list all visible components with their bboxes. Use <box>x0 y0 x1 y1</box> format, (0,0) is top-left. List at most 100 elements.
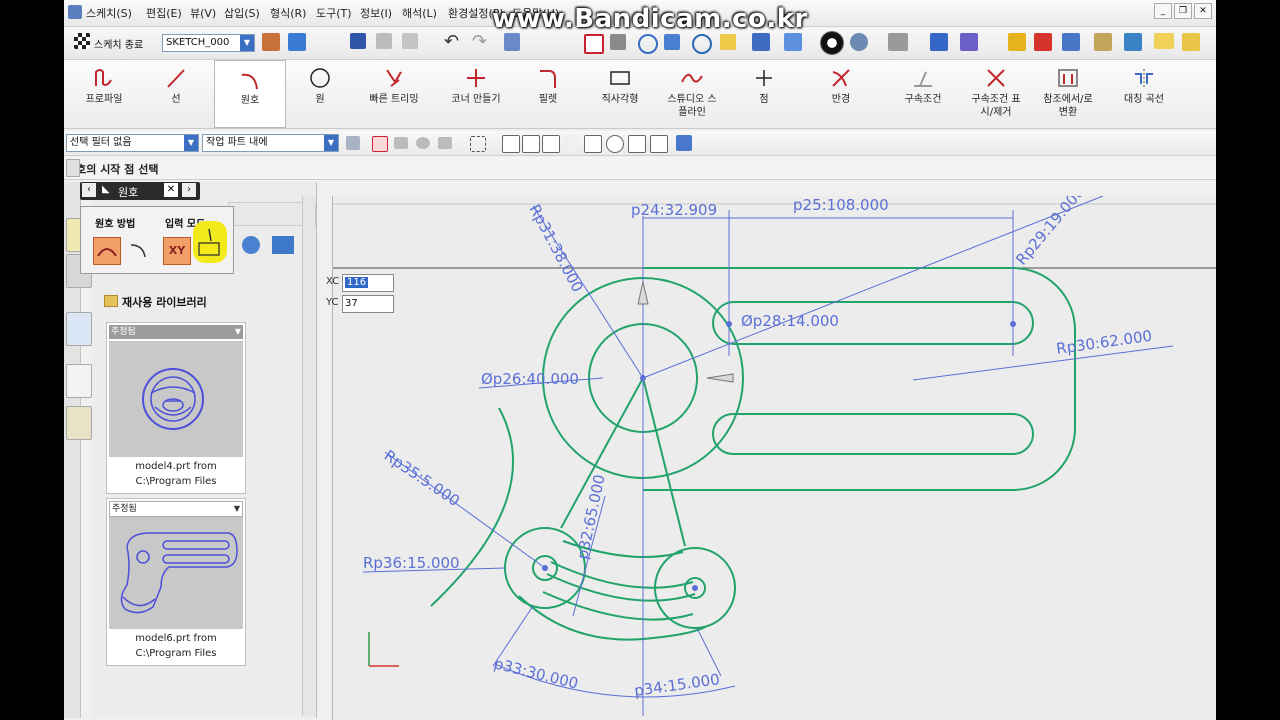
snap-arc-center-icon[interactable] <box>606 135 624 153</box>
background-icon[interactable] <box>820 31 844 55</box>
ribbon-mirror-curve-button[interactable]: 대칭 곡선 <box>1110 60 1178 126</box>
shaded-cube-icon[interactable] <box>752 33 770 51</box>
left-sweep-arc[interactable] <box>430 407 514 607</box>
sketch-canvas[interactable]: p24:32.909 p25:108.000 Rp31:38.000 Øp28:… <box>333 196 1216 720</box>
menu-view[interactable]: 뷰(V) <box>190 5 216 21</box>
deselect-icon[interactable] <box>394 137 408 149</box>
wcs-icon[interactable] <box>930 33 948 51</box>
close-icon[interactable]: ✕ <box>164 183 178 197</box>
close-icon[interactable]: ✕ <box>1194 3 1212 19</box>
sketch-name-combo[interactable]: SKETCH_000 ▼ <box>162 34 255 52</box>
ribbon-convert-reference-button[interactable]: 참조에서/로 변환 <box>1034 60 1102 126</box>
snap-point-on-surface-icon[interactable] <box>676 135 692 151</box>
dim-p25[interactable]: p25:108.000 <box>793 196 889 214</box>
dim-p26[interactable]: Øp26:40.000 <box>481 370 579 388</box>
dim-p31[interactable]: Rp31:38.000 <box>525 201 586 295</box>
minimize-icon[interactable]: _ <box>1154 3 1172 19</box>
parameter-mode-button[interactable] <box>193 221 227 263</box>
dim-p32[interactable]: p32:65.000 <box>573 473 609 561</box>
ribbon-studio-spline-button[interactable]: 스튜디오 스 플라인 <box>658 60 726 126</box>
ribbon-circle-button[interactable]: 원 <box>288 60 352 126</box>
redo-icon[interactable]: ↷ <box>472 31 487 52</box>
ribbon-quick-trim-button[interactable]: 빠른 트리밍 <box>356 60 432 126</box>
snap-point-icon[interactable] <box>1062 33 1080 51</box>
fit-icon[interactable] <box>584 34 604 54</box>
panel-scrollbar[interactable] <box>302 196 315 716</box>
layer-icon[interactable] <box>888 33 908 51</box>
ribbon-make-corner-button[interactable]: 코너 만들기 <box>442 60 510 126</box>
menu-edit[interactable]: 편집(E) <box>146 5 182 21</box>
arc-by-three-points-button[interactable] <box>93 237 121 265</box>
snap-mid-point-icon[interactable] <box>542 135 560 153</box>
selection-scope-combo[interactable]: 작업 파트 내에 ▼ <box>202 134 339 152</box>
panel-back-icon[interactable] <box>242 236 260 254</box>
finish-sketch-button[interactable]: 스케치 종료 <box>94 36 143 51</box>
menu-analysis[interactable]: 해석(L) <box>402 5 437 21</box>
zoom-region-icon[interactable] <box>610 34 626 50</box>
snap-existing-point-icon[interactable] <box>502 135 520 153</box>
chevron-right-icon[interactable]: › <box>182 183 196 197</box>
ribbon-fillet-button[interactable]: 필렛 <box>516 60 580 126</box>
yc-field[interactable]: 37 <box>342 295 394 313</box>
cue-scroll-icon[interactable] <box>66 159 80 177</box>
dim-p30[interactable]: Rp30:62.000 <box>1055 327 1153 358</box>
triangle-ruler-icon[interactable] <box>1182 33 1200 51</box>
general-selection-icon[interactable] <box>372 136 388 152</box>
chevron-left-icon[interactable]: ‹ <box>82 183 96 197</box>
tangent-lines[interactable] <box>560 377 686 547</box>
measure-icon[interactable] <box>1124 33 1142 51</box>
select-all-icon[interactable] <box>438 137 452 149</box>
ruler-icon[interactable] <box>1154 33 1174 49</box>
coordinate-mode-button[interactable]: XY <box>163 237 191 265</box>
ribbon-profile-button[interactable]: 프로파일 <box>72 60 136 126</box>
dim-p24[interactable]: p24:32.909 <box>631 201 717 219</box>
restore-icon[interactable]: ❐ <box>1174 3 1192 19</box>
lower-slot[interactable] <box>712 413 1034 455</box>
graphics-window[interactable]: p24:32.909 p25:108.000 Rp31:38.000 Øp28:… <box>332 196 1216 720</box>
ribbon-constraints-button[interactable]: 구속조건 <box>890 60 956 126</box>
roles-tab-icon[interactable] <box>66 406 92 440</box>
view-section-icon[interactable] <box>850 33 868 51</box>
rectangle-select-icon[interactable] <box>470 136 486 152</box>
ribbon-point-button[interactable]: 점 <box>732 60 796 126</box>
library-card-model4[interactable]: 주정됨 ▼ model4.prt from C:\Program Files <box>106 322 246 494</box>
arc-dialog-titlebar[interactable]: ‹ ◣ 원호 ✕ › <box>80 182 200 200</box>
orient-view-icon[interactable] <box>262 33 280 51</box>
zoom-icon[interactable] <box>638 34 658 54</box>
snap-midpoint-icon[interactable] <box>1034 33 1052 51</box>
menu-insert[interactable]: 삽입(S) <box>224 5 260 21</box>
pan-icon[interactable] <box>664 34 680 50</box>
finish-sketch-flag-icon[interactable] <box>74 33 90 49</box>
render-style-icon[interactable] <box>784 33 802 51</box>
card-header[interactable]: 주정됨 ▼ <box>109 501 243 517</box>
ribbon-show-constraints-button[interactable]: 구속조건 표 시/제거 <box>962 60 1030 126</box>
quick-pick-icon[interactable] <box>416 137 430 149</box>
card-header[interactable]: 주정됨 ▼ <box>109 325 243 339</box>
xc-field[interactable]: 116 <box>342 274 394 292</box>
ribbon-line-button[interactable]: 선 <box>144 60 208 126</box>
menu-info[interactable]: 정보(I) <box>360 5 392 21</box>
dim-p29[interactable]: Rp29:19.000 <box>1012 196 1088 269</box>
dim-p36[interactable]: Rp36:15.000 <box>363 554 460 572</box>
paste-icon[interactable] <box>402 33 418 49</box>
snap-control-point-icon[interactable] <box>564 135 578 151</box>
command-finder-icon[interactable] <box>504 33 520 51</box>
selection-intent-icon[interactable] <box>346 136 360 150</box>
snap-grid-icon[interactable] <box>1094 33 1112 51</box>
snap-quadrant-icon[interactable] <box>628 135 646 153</box>
undo-icon[interactable]: ↶ <box>444 31 459 52</box>
rotate-icon[interactable] <box>692 34 712 54</box>
ribbon-radial-dimension-button[interactable]: 반경 <box>808 60 874 126</box>
selection-filter-combo[interactable]: 선택 필터 없음 ▼ <box>66 134 199 152</box>
dim-p28[interactable]: Øp28:14.000 <box>741 312 839 330</box>
arc-slot-bottom[interactable] <box>542 591 694 621</box>
reattach-icon[interactable] <box>288 33 306 51</box>
reuse-library-tab-icon[interactable] <box>66 312 92 346</box>
dim-p33[interactable]: p33:30.000 <box>492 654 580 692</box>
perspective-icon[interactable] <box>720 34 736 50</box>
copy-icon[interactable] <box>376 33 392 49</box>
snap-end-point-icon[interactable] <box>522 135 540 153</box>
ribbon-rectangle-button[interactable]: 직사각형 <box>586 60 654 126</box>
panel-image-icon[interactable] <box>272 236 294 254</box>
menu-format[interactable]: 형식(R) <box>270 5 306 21</box>
